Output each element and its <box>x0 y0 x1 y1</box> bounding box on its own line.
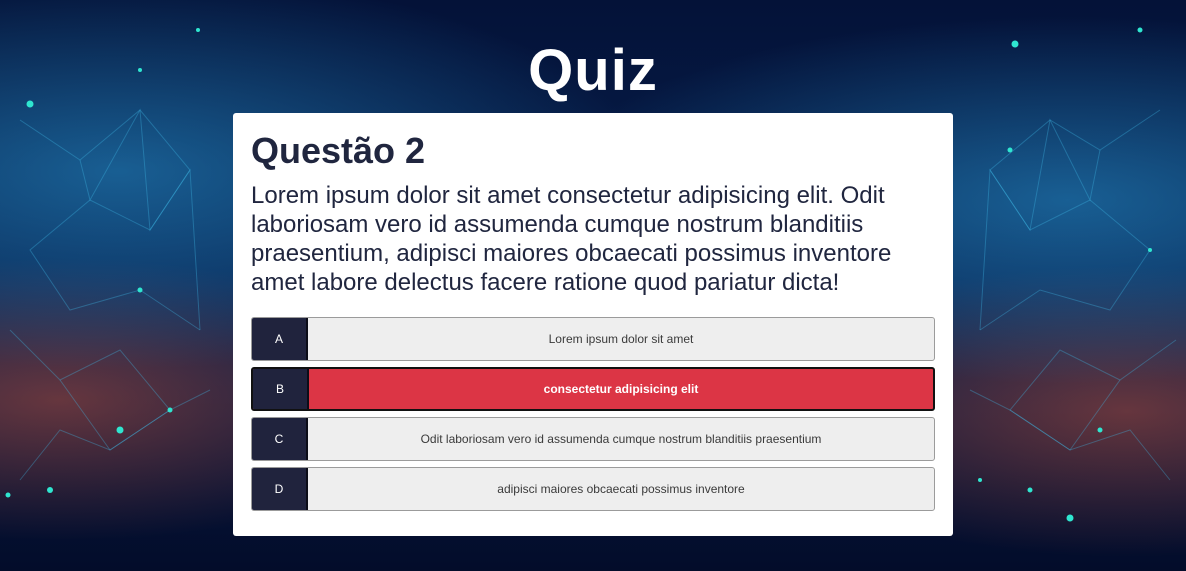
question-heading: Questão 2 <box>251 130 426 171</box>
answer-option-d[interactable]: D adipisci maiores obcaecati possimus in… <box>251 467 935 511</box>
answer-text: Odit laboriosam vero id assumenda cumque… <box>420 432 822 446</box>
answer-letter: C <box>252 418 308 460</box>
answer-letter: D <box>252 468 308 510</box>
page-title: Quiz <box>528 38 658 103</box>
question-card: Questão 2 Lorem ipsum dolor sit amet con… <box>233 113 953 536</box>
answer-option-a[interactable]: A Lorem ipsum dolor sit amet <box>251 317 935 361</box>
answer-text: consectetur adipisicing elit <box>543 382 699 396</box>
answer-letter: A <box>252 318 308 360</box>
answer-option-b[interactable]: B consectetur adipisicing elit <box>251 367 935 411</box>
answer-text: adipisci maiores obcaecati possimus inve… <box>497 482 745 496</box>
question-text: Lorem ipsum dolor sit amet consectetur a… <box>251 182 892 296</box>
answer-text: Lorem ipsum dolor sit amet <box>548 332 694 346</box>
answer-list: A Lorem ipsum dolor sit amet B consectet… <box>251 317 935 511</box>
answer-letter: B <box>253 369 309 409</box>
answer-option-c[interactable]: C Odit laboriosam vero id assumenda cumq… <box>251 417 935 461</box>
